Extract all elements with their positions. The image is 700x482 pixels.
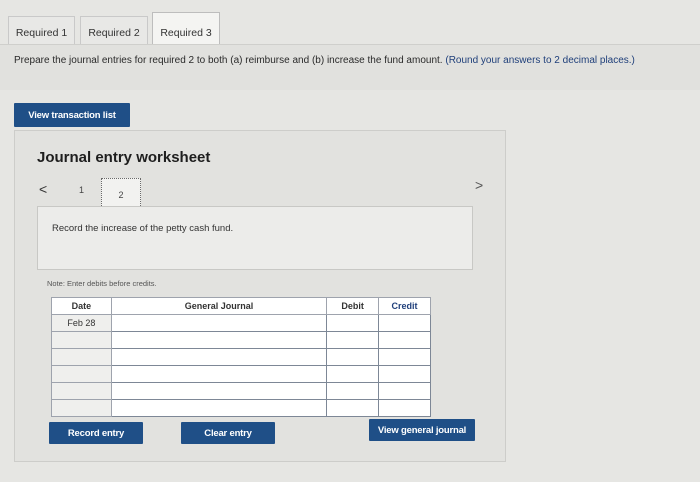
debit-input[interactable] (326, 331, 380, 349)
credit-column-header: Credit (378, 297, 431, 315)
debit-input[interactable] (326, 365, 380, 383)
credit-input[interactable] (378, 365, 431, 383)
credit-input[interactable] (378, 314, 431, 332)
debit-input[interactable] (326, 314, 380, 332)
table-row (51, 399, 431, 417)
worksheet-title: Journal entry worksheet (37, 149, 211, 166)
date-cell (51, 348, 112, 366)
account-input[interactable] (110, 314, 328, 332)
debit-credit-note: Note: Enter debits before credits. (47, 279, 157, 288)
page-1-link[interactable]: 1 (79, 185, 84, 195)
debit-input[interactable] (326, 348, 380, 366)
next-page-chevron-icon[interactable]: > (475, 177, 483, 193)
date-cell (51, 365, 112, 383)
table-row (51, 365, 431, 383)
table-header-row: Date General Journal Debit Credit (51, 297, 431, 315)
credit-input[interactable] (378, 399, 431, 417)
table-row (51, 348, 431, 366)
account-input[interactable] (110, 399, 328, 417)
journal-worksheet: Journal entry worksheet < 1 2 > Record t… (14, 130, 506, 462)
instruction-main: Prepare the journal entries for required… (14, 55, 443, 66)
clear-entry-button[interactable]: Clear entry (181, 422, 275, 444)
entry-description: Record the increase of the petty cash fu… (52, 223, 234, 234)
view-transaction-list-button[interactable]: View transaction list (14, 103, 130, 127)
journal-entry-table: Date General Journal Debit Credit Feb 28 (51, 297, 431, 417)
credit-input[interactable] (378, 331, 431, 349)
prev-page-chevron-icon[interactable]: < (39, 181, 47, 197)
date-cell (51, 331, 112, 349)
account-input[interactable] (110, 365, 328, 383)
credit-input[interactable] (378, 348, 431, 366)
instruction-band: Prepare the journal entries for required… (0, 44, 700, 90)
date-cell: Feb 28 (51, 314, 112, 332)
table-row (51, 331, 431, 349)
view-general-journal-button[interactable]: View general journal (369, 419, 475, 441)
debit-input[interactable] (326, 382, 380, 400)
credit-input[interactable] (378, 382, 431, 400)
debit-column-header: Debit (326, 297, 380, 315)
table-row (51, 382, 431, 400)
entry-description-box: Record the increase of the petty cash fu… (37, 206, 473, 270)
record-entry-button[interactable]: Record entry (49, 422, 143, 444)
debit-input[interactable] (326, 399, 380, 417)
account-input[interactable] (110, 382, 328, 400)
account-input[interactable] (110, 348, 328, 366)
date-column-header: Date (51, 297, 112, 315)
instruction-note: (Round your answers to 2 decimal places.… (445, 55, 635, 66)
instruction-text: Prepare the journal entries for required… (14, 54, 684, 67)
general-journal-column-header: General Journal (110, 297, 328, 315)
date-cell (51, 399, 112, 417)
account-input[interactable] (110, 331, 328, 349)
table-row: Feb 28 (51, 314, 431, 332)
date-cell (51, 382, 112, 400)
